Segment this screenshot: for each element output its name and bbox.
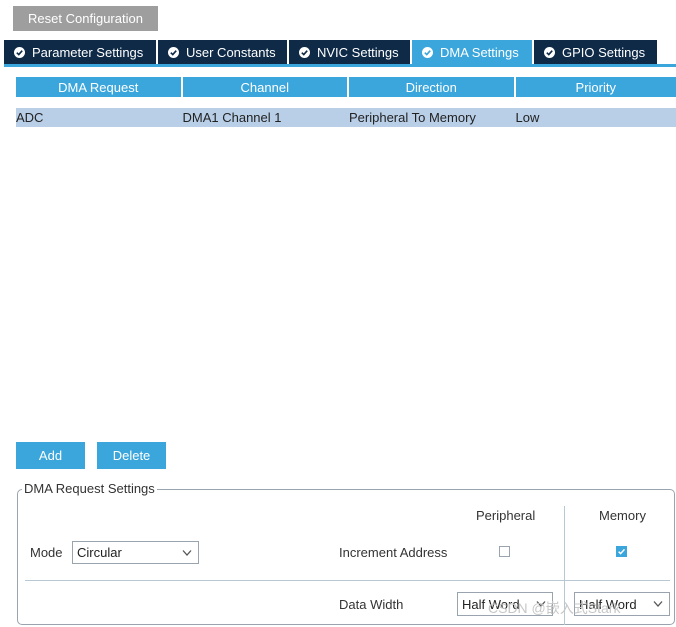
checkmark-icon — [618, 548, 626, 555]
table-row[interactable]: ADC DMA1 Channel 1 Peripheral To Memory … — [16, 108, 676, 127]
add-button[interactable]: Add — [16, 442, 85, 469]
mode-value: Circular — [77, 545, 122, 560]
watermark-text: CSDN @嵌入式Stark — [488, 600, 621, 616]
tab-label: User Constants — [186, 44, 276, 60]
mode-select[interactable]: Circular — [72, 541, 199, 564]
settings-divider — [25, 580, 670, 581]
tab-label: Parameter Settings — [32, 44, 144, 60]
tab-dma-settings[interactable]: DMA Settings — [412, 40, 532, 64]
cell-direction: Peripheral To Memory — [349, 110, 476, 125]
tab-label: GPIO Settings — [562, 44, 646, 60]
tab-nvic-settings[interactable]: NVIC Settings — [289, 40, 410, 64]
group-title: DMA Request Settings — [22, 481, 157, 496]
tab-label: DMA Settings — [440, 44, 519, 60]
mode-label: Mode — [30, 545, 63, 560]
column-header-direction[interactable]: Direction — [349, 77, 514, 97]
settings-tab-bar: Parameter Settings User Constants NVIC S… — [4, 40, 676, 67]
memory-increment-checkbox[interactable] — [616, 546, 627, 557]
check-circle-icon — [14, 46, 25, 58]
check-circle-icon — [544, 46, 555, 58]
check-circle-icon — [422, 46, 433, 58]
increment-address-label: Increment Address — [339, 545, 448, 560]
column-header-channel[interactable]: Channel — [182, 77, 347, 97]
chevron-down-icon — [182, 549, 192, 556]
column-header-priority[interactable]: Priority — [515, 77, 676, 97]
tab-user-constants[interactable]: User Constants — [158, 40, 287, 64]
data-width-label: Data Width — [339, 597, 404, 612]
peripheral-increment-checkbox[interactable] — [499, 546, 510, 557]
cell-priority: Low — [515, 110, 540, 125]
column-header-dma-request[interactable]: DMA Request — [16, 77, 181, 97]
tab-gpio-settings[interactable]: GPIO Settings — [534, 40, 657, 64]
check-circle-icon — [168, 46, 179, 58]
cell-dma-request: ADC — [16, 110, 44, 125]
reset-configuration-button[interactable]: Reset Configuration — [13, 6, 158, 31]
tab-parameter-settings[interactable]: Parameter Settings — [4, 40, 156, 64]
cell-channel: DMA1 Channel 1 — [182, 110, 282, 125]
peripheral-column-label: Peripheral — [476, 508, 536, 523]
memory-column-label: Memory — [599, 508, 646, 523]
tab-label: NVIC Settings — [317, 44, 399, 60]
dma-table-header: DMA Request Channel Direction Priority — [16, 77, 676, 97]
delete-button[interactable]: Delete — [97, 442, 166, 469]
chevron-down-icon — [653, 601, 663, 607]
check-circle-icon — [299, 46, 310, 58]
